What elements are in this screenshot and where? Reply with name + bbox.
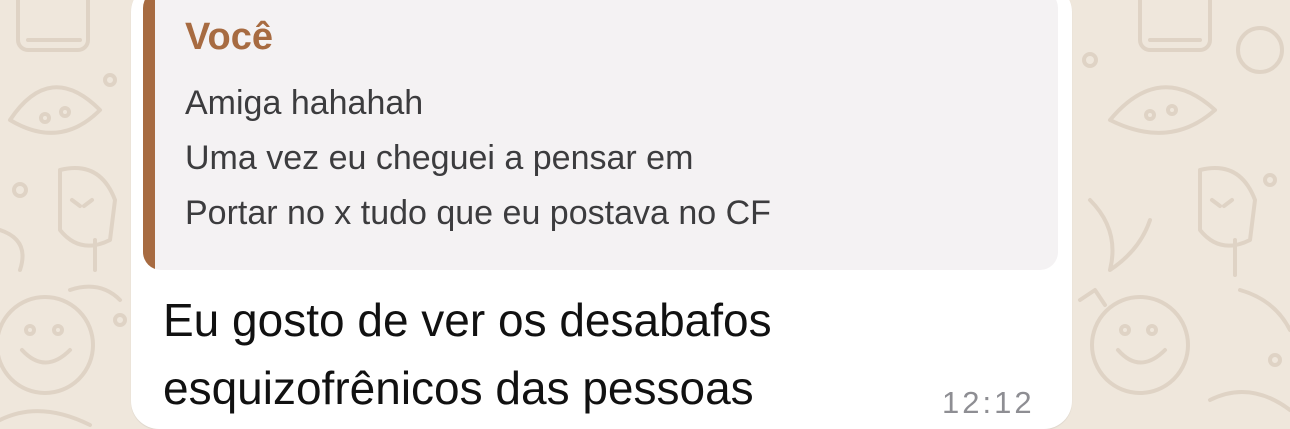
message-text-line: esquizofrênicos das pessoas bbox=[163, 362, 754, 414]
quoted-reply-line: Portar no x tudo que eu postava no CF bbox=[185, 194, 771, 232]
calendar-doodle-left bbox=[16, 0, 90, 52]
watermelon-doodle-right bbox=[1108, 85, 1217, 135]
quote-accent-bar bbox=[143, 0, 155, 270]
quoted-reply-line: Uma vez eu cheguei a pensar em bbox=[185, 139, 694, 177]
quoted-reply[interactable]: Você Amiga hahahah Uma vez eu cheguei a … bbox=[143, 0, 1058, 270]
smiley-doodle-left bbox=[0, 295, 95, 395]
chat-screen: { "colors": { "wallpaper": "#efe7dc", "d… bbox=[0, 0, 1290, 429]
smiley-doodle-right bbox=[1090, 295, 1190, 395]
calendar-doodle-right bbox=[1138, 0, 1212, 52]
popsicle-doodle-left bbox=[58, 166, 117, 248]
message-timestamp: 12:12 bbox=[942, 385, 1035, 420]
chili-doodle bbox=[1088, 198, 1152, 272]
message-text-line: Eu gosto de ver os desabafos bbox=[163, 294, 772, 346]
quoted-reply-line: Amiga hahahah bbox=[185, 84, 424, 122]
quoted-reply-author: Você bbox=[185, 16, 274, 58]
watermelon-doodle-left bbox=[8, 85, 102, 135]
popsicle-doodle-right bbox=[1198, 166, 1257, 248]
